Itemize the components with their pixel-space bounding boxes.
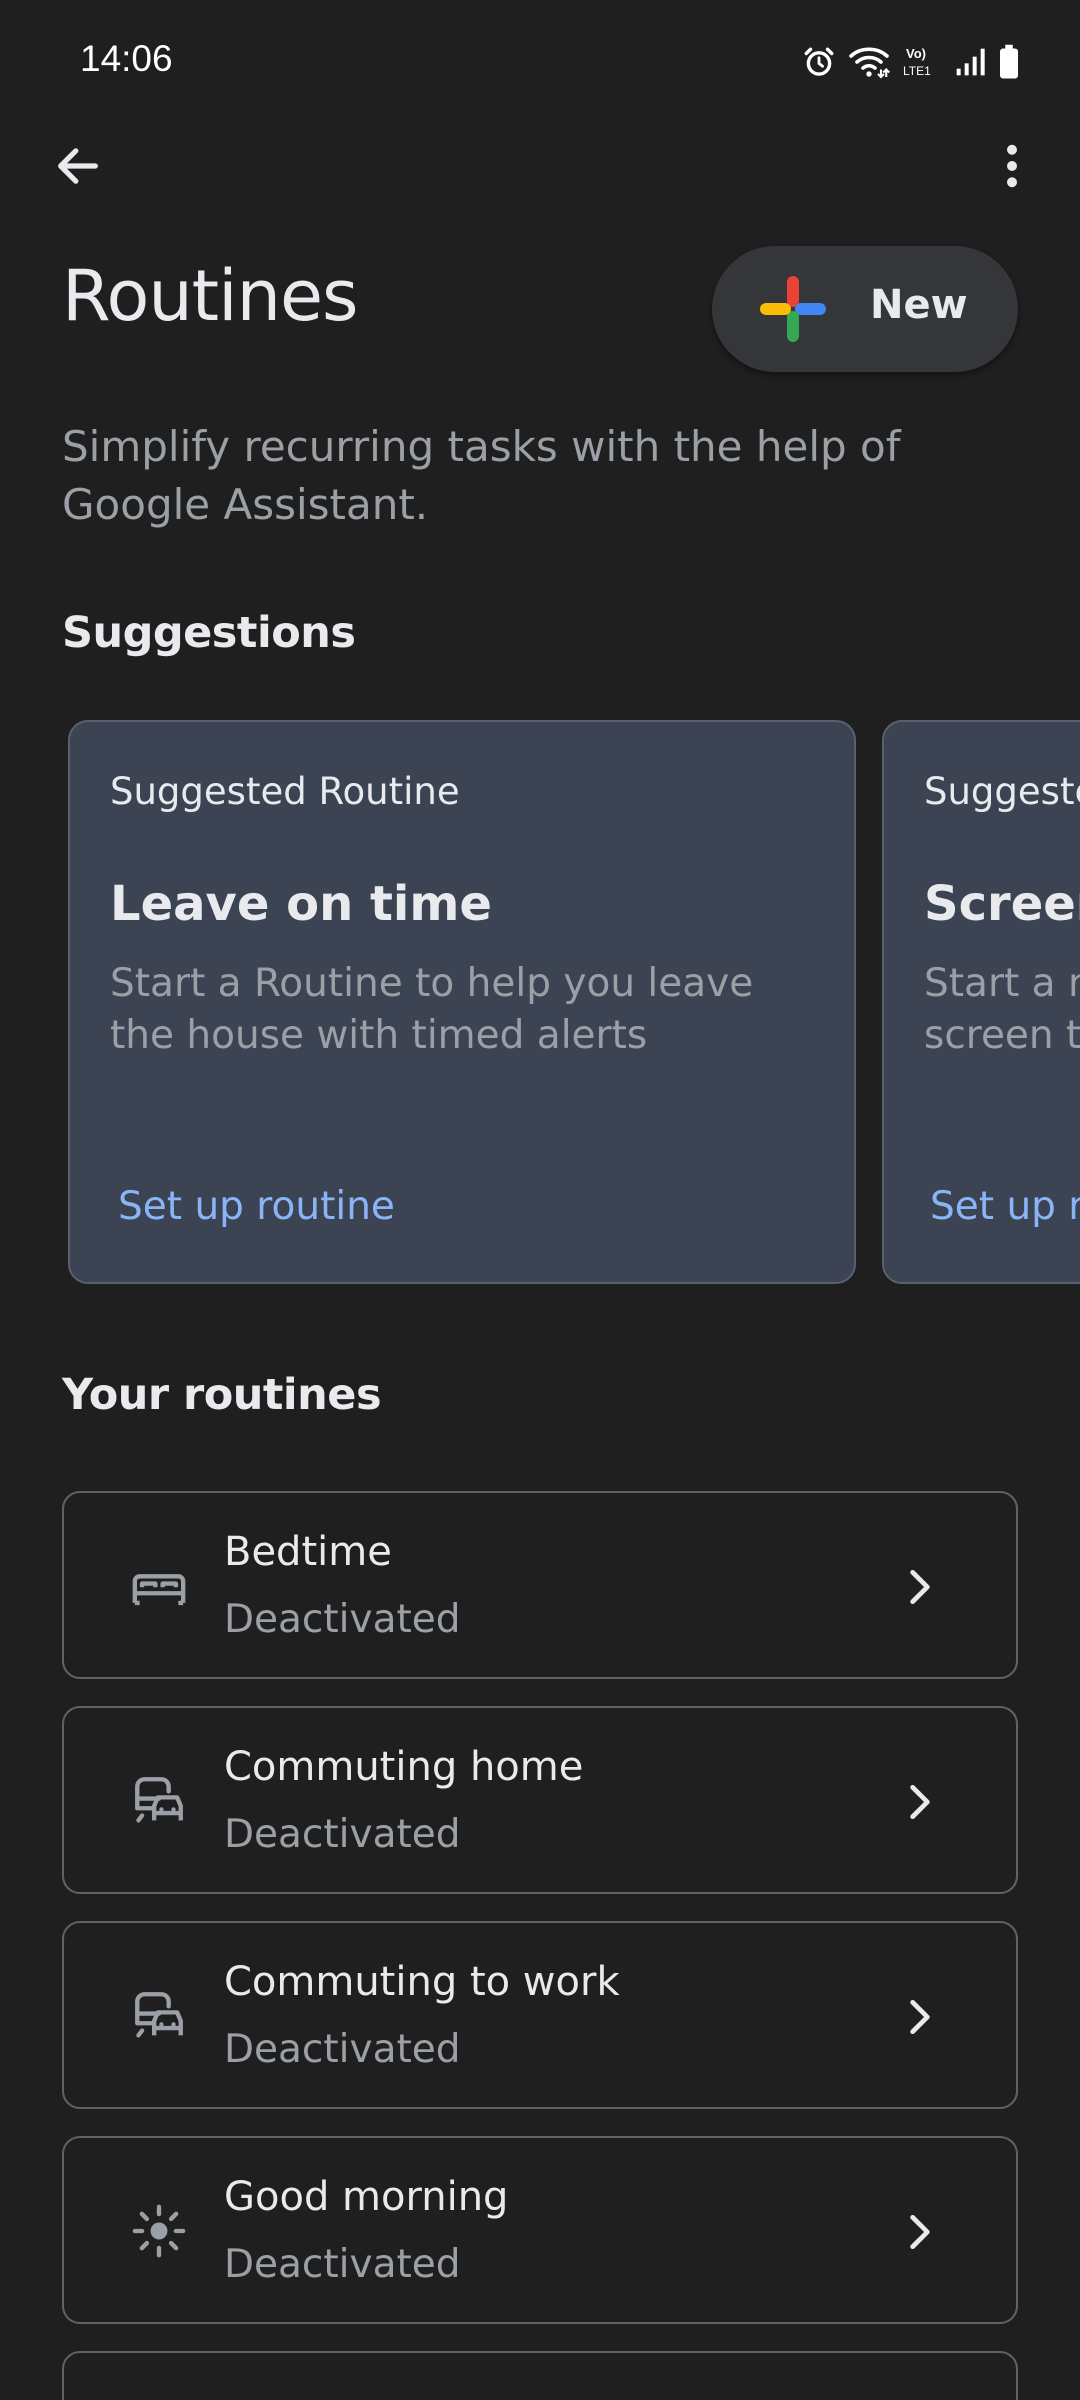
routine-item-commuting-to-work[interactable]: Commuting to work Deactivated bbox=[62, 1921, 1018, 2109]
wifi-icon bbox=[848, 45, 890, 79]
status-icons: Vo) LTE1 bbox=[802, 40, 1020, 84]
your-routines-heading: Your routines bbox=[62, 1370, 382, 1420]
routines-screen: 14:06 Vo) LTE1 Routines New Simplify rec… bbox=[0, 0, 1080, 2400]
svg-text:Vo): Vo) bbox=[906, 46, 926, 61]
commute-icon bbox=[135, 1992, 183, 2038]
alarm-icon bbox=[802, 45, 836, 79]
battery-icon bbox=[998, 44, 1020, 80]
routine-item-bedtime[interactable]: Bedtime Deactivated bbox=[62, 1491, 1018, 1679]
routine-item-commuting-home[interactable]: Commuting home Deactivated bbox=[62, 1706, 1018, 1894]
commute-icon bbox=[135, 1777, 183, 1823]
suggestion-eyebrow: Suggested Routine bbox=[110, 770, 460, 813]
status-time: 14:06 bbox=[80, 38, 173, 79]
new-button-label: New bbox=[870, 282, 968, 328]
suggestions-carousel[interactable]: Suggested Routine Leave on time Start a … bbox=[0, 720, 1080, 1288]
page-title: Routines bbox=[62, 255, 358, 337]
page-subtitle: Simplify recurring tasks with the help o… bbox=[62, 422, 901, 529]
bed-icon bbox=[132, 1574, 186, 1606]
new-routine-button[interactable]: New bbox=[712, 246, 1018, 372]
chevron-right-icon bbox=[910, 1999, 930, 2035]
suggestion-card-leave-on-time[interactable]: Suggested Routine Leave on time Start a … bbox=[68, 720, 856, 1284]
chevron-right-icon bbox=[910, 1784, 930, 1820]
chevron-right-icon bbox=[910, 1569, 930, 1605]
routine-item-partial[interactable] bbox=[62, 2351, 1018, 2400]
more-vert-icon bbox=[1007, 144, 1017, 188]
routine-item-good-morning[interactable]: Good morning Deactivated bbox=[62, 2136, 1018, 2324]
routine-status: Deactivated bbox=[224, 1812, 461, 1857]
suggestion-title: Screen bbox=[924, 876, 1080, 932]
suggestions-heading: Suggestions bbox=[62, 608, 356, 658]
google-plus-icon bbox=[760, 276, 826, 342]
routine-status: Deactivated bbox=[224, 2027, 461, 2072]
back-button[interactable] bbox=[40, 128, 116, 204]
set-up-routine-button[interactable]: Set up routine bbox=[118, 1184, 395, 1229]
routine-status: Deactivated bbox=[224, 2242, 461, 2287]
suggestion-title: Leave on time bbox=[110, 876, 492, 932]
suggestion-eyebrow: Suggested Routine bbox=[924, 770, 1080, 813]
svg-text:LTE1: LTE1 bbox=[903, 64, 931, 78]
suggestion-description: Start a Routine to help you leave the ho… bbox=[110, 961, 754, 1058]
suggestion-card-screen[interactable]: Suggested Routine Screen Start a r scree… bbox=[882, 720, 1080, 1284]
routine-name: Commuting home bbox=[224, 1744, 584, 1790]
status-bar: 14:06 Vo) LTE1 bbox=[0, 0, 1080, 120]
chevron-right-icon bbox=[910, 2214, 930, 2250]
set-up-routine-button[interactable]: Set up r bbox=[930, 1184, 1080, 1229]
routine-status: Deactivated bbox=[224, 1597, 461, 1642]
volte-lte-icon: Vo) LTE1 bbox=[902, 44, 942, 80]
sun-icon bbox=[132, 2204, 186, 2258]
suggestion-description: Start a r screen t bbox=[924, 961, 1080, 1058]
routine-name: Commuting to work bbox=[224, 1959, 620, 2005]
arrow-back-icon bbox=[58, 148, 98, 184]
routine-name: Bedtime bbox=[224, 1529, 392, 1575]
routine-name: Good morning bbox=[224, 2174, 509, 2220]
more-options-button[interactable] bbox=[974, 128, 1050, 204]
signal-icon bbox=[954, 46, 986, 78]
